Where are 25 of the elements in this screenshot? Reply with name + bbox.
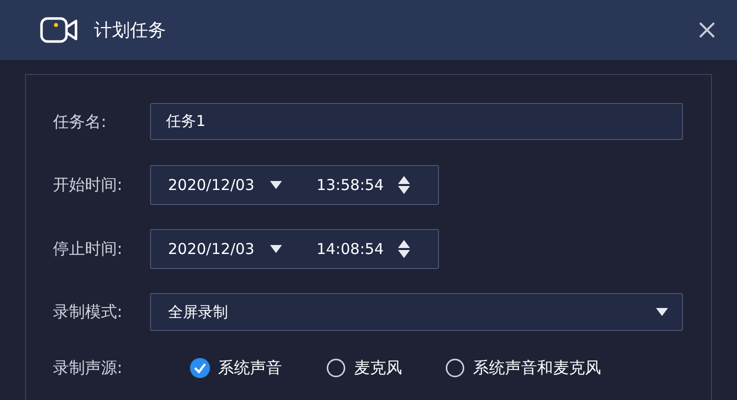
field-label: 录制模式: xyxy=(53,301,124,323)
spinner-arrows-icon[interactable] xyxy=(398,240,410,258)
radio-label[interactable]: 系统声音和麦克风 xyxy=(473,356,601,380)
spinner-arrows-icon[interactable] xyxy=(398,176,410,194)
close-button[interactable] xyxy=(697,20,717,40)
field-label: 开始时间: xyxy=(53,174,124,196)
radio-label[interactable]: 系统声音 xyxy=(218,356,282,380)
radio-label[interactable]: 麦克风 xyxy=(354,356,402,380)
window-title: 计划任务 xyxy=(94,18,166,42)
radio-icon[interactable] xyxy=(445,358,465,378)
dropdown-arrow-icon[interactable] xyxy=(656,308,668,316)
task-name-field[interactable]: 任务1 xyxy=(150,103,683,140)
field-label: 停止时间: xyxy=(53,238,124,260)
record-mode-dropdown[interactable]: 全屏录制 xyxy=(150,293,683,331)
dropdown-arrow-icon[interactable] xyxy=(270,245,282,253)
field-label: 任务名: xyxy=(53,110,108,132)
time-field[interactable]: 13:58:54 xyxy=(316,174,384,196)
field-label: 录制声源: xyxy=(53,357,124,379)
radio-icon[interactable] xyxy=(326,358,346,378)
checked-radio-icon[interactable] xyxy=(190,358,210,378)
dropdown-arrow-icon[interactable] xyxy=(270,181,282,189)
date-field[interactable]: 2020/12/03 xyxy=(168,174,254,196)
video-camera-icon xyxy=(40,17,78,43)
time-field[interactable]: 14:08:54 xyxy=(316,238,384,260)
date-field[interactable]: 2020/12/03 xyxy=(168,238,254,260)
